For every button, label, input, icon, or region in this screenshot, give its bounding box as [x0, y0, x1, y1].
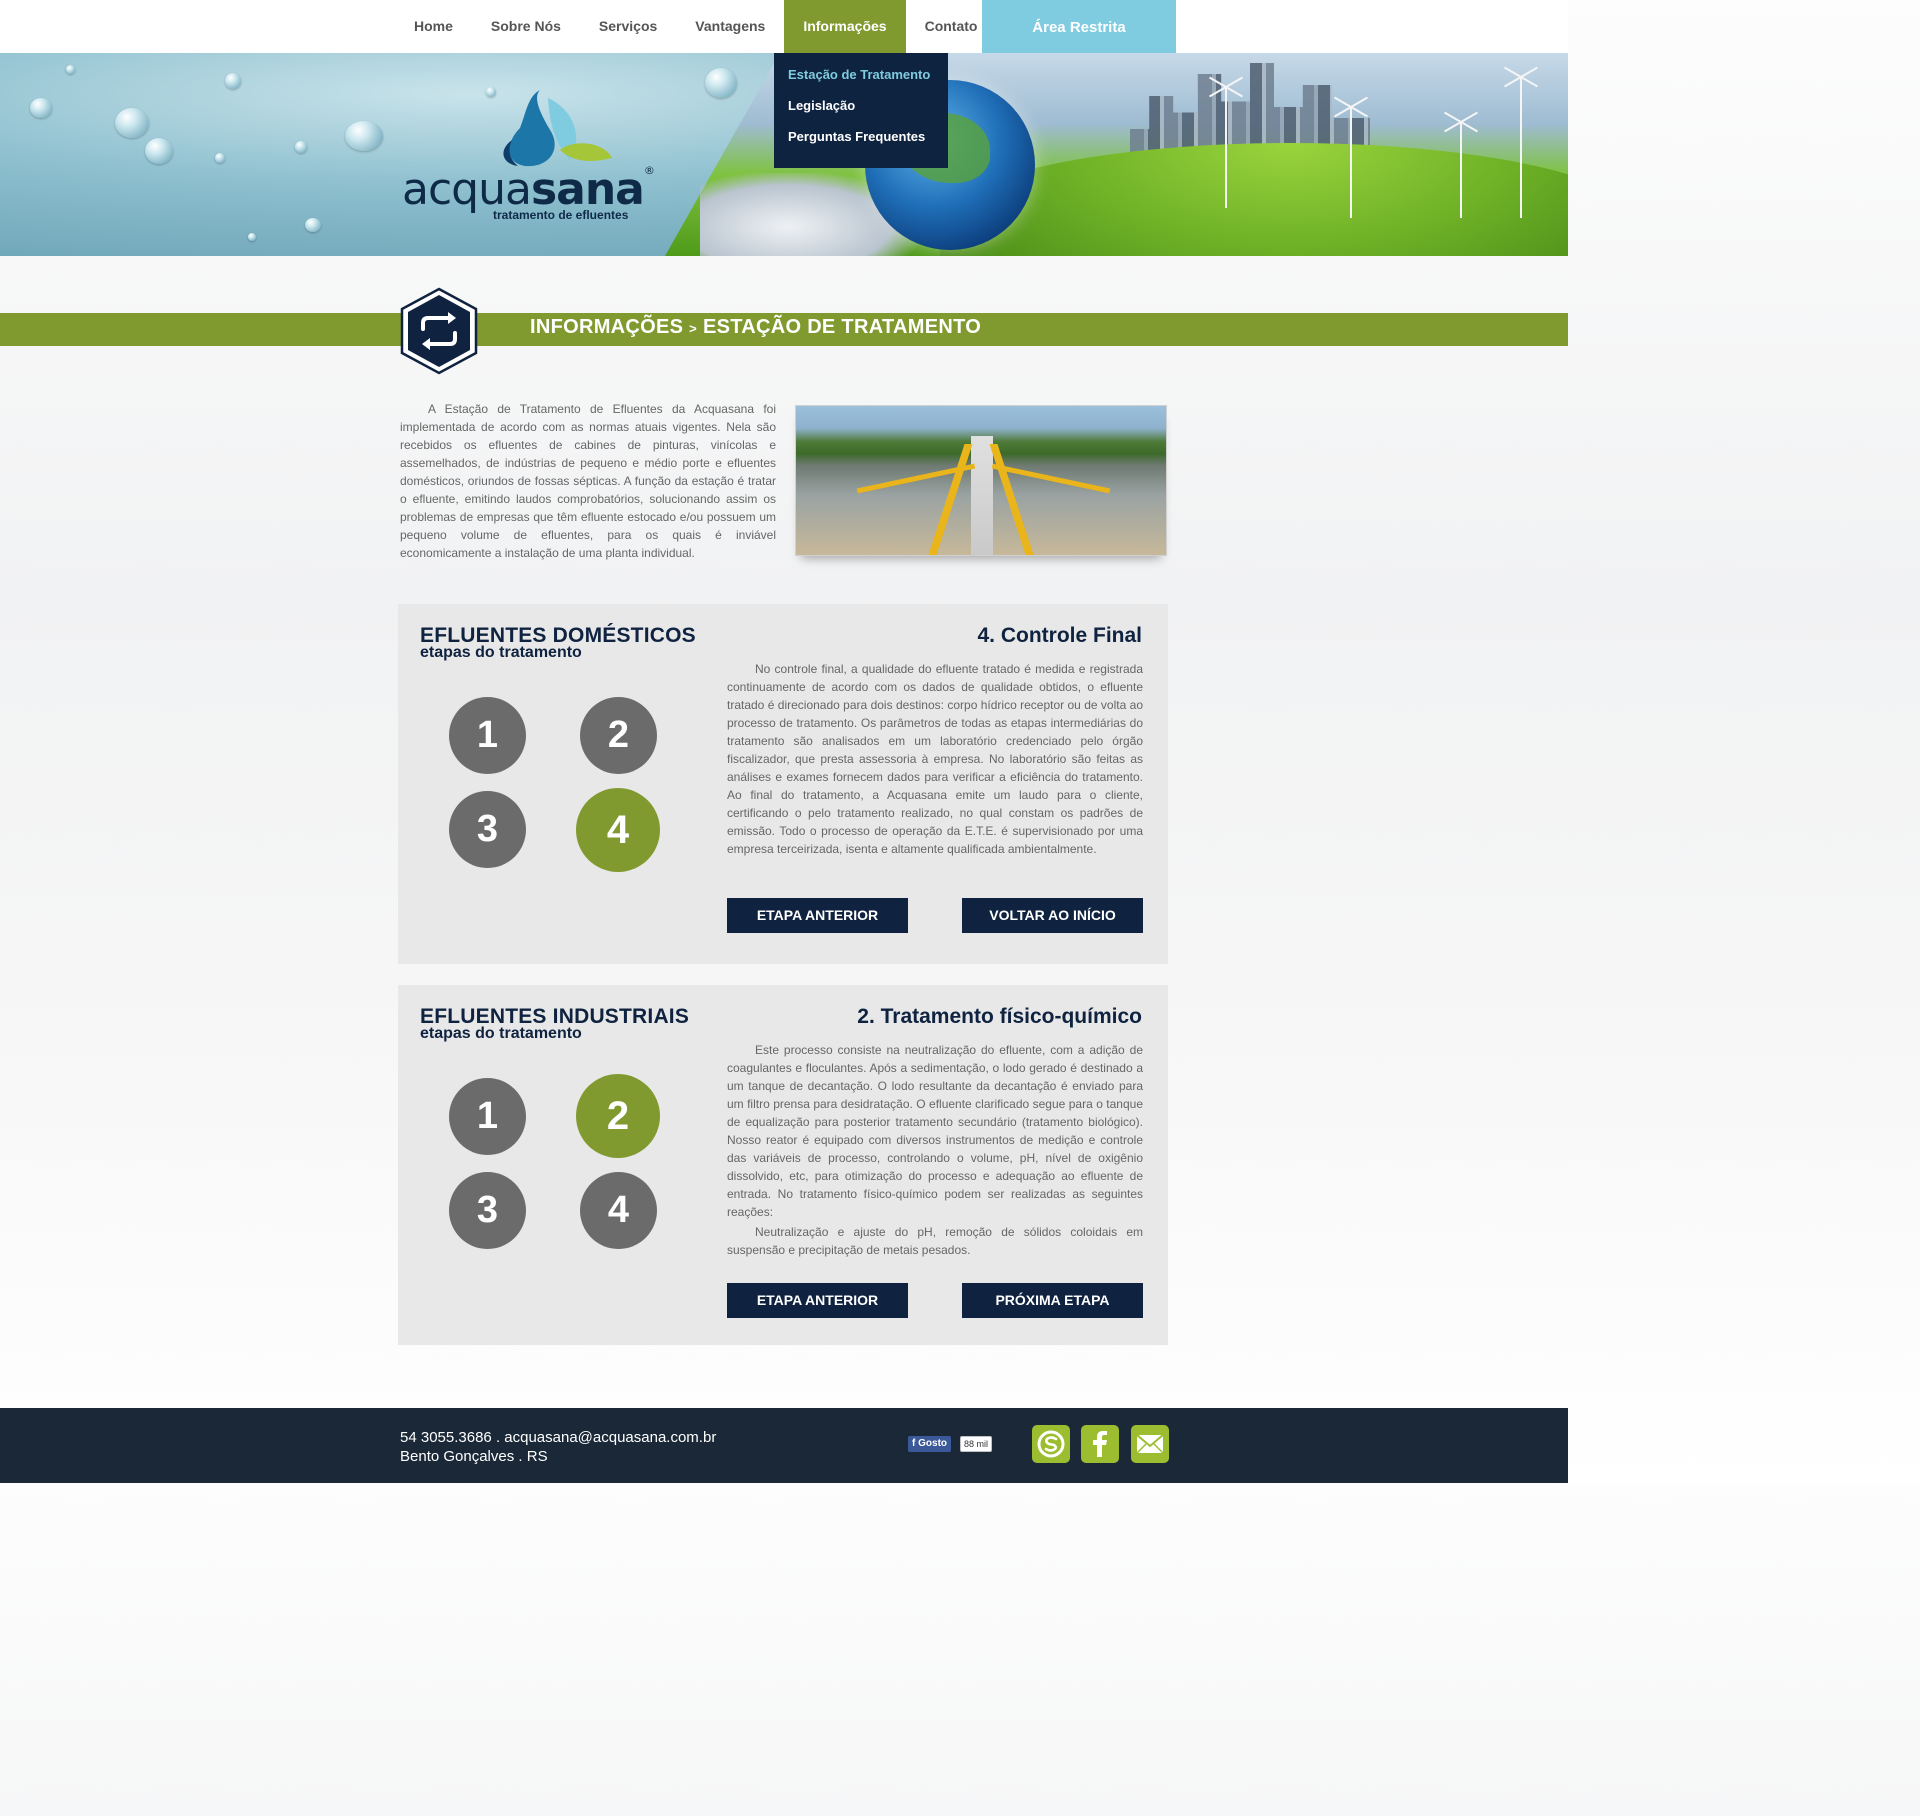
footer-city: Bento Gonçalves	[400, 1448, 515, 1465]
water-drop	[345, 121, 383, 151]
photo-railing	[989, 444, 1035, 555]
photo-walkway	[971, 436, 993, 555]
restricted-area-button[interactable]: Área Restrita	[982, 0, 1176, 53]
footer-phone[interactable]: 54 3055.3686	[400, 1429, 492, 1446]
nav-sobre-nos[interactable]: Sobre Nós	[472, 0, 580, 53]
water-drop	[215, 153, 225, 163]
wind-turbine	[1520, 78, 1522, 218]
water-drop	[30, 98, 52, 118]
domestic-step-1-button[interactable]: 1	[449, 697, 526, 774]
footer-dot: .	[495, 1429, 501, 1446]
skype-icon	[1037, 1430, 1065, 1458]
breadcrumb-separator: >	[689, 321, 698, 336]
water-drop	[305, 218, 321, 232]
facebook-like-label: Gosto	[918, 1438, 948, 1449]
industrial-step-text: Este processo consiste na neutralização …	[727, 1041, 1143, 1261]
domestic-step-title: 4. Controle Final	[977, 624, 1142, 647]
domestic-panel-subtitle: etapas do tratamento	[420, 644, 582, 661]
footer-location-line: Bento Gonçalves . RS	[400, 1448, 548, 1465]
top-navigation-bar: Home Sobre Nós Serviços Vantagens Inform…	[0, 0, 1568, 53]
industrial-step-2-button[interactable]: 2	[576, 1074, 660, 1158]
brand-tagline: tratamento de efluentes	[493, 208, 629, 222]
nav-home[interactable]: Home	[395, 0, 472, 53]
domestic-effluents-panel: EFLUENTES DOMÉSTICOS etapas do tratament…	[398, 604, 1168, 964]
footer-contact-line: 54 3055.3686 . acquasana@acquasana.com.b…	[400, 1429, 716, 1446]
water-drop	[145, 138, 173, 164]
water-drop	[705, 68, 737, 98]
water-drop	[225, 73, 241, 89]
facebook-button[interactable]	[1081, 1425, 1119, 1463]
domestic-back-to-start-button[interactable]: VOLTAR AO INÍCIO	[962, 898, 1143, 933]
facebook-like-count: 88 mil	[960, 1436, 993, 1452]
nav-informacoes[interactable]: Informações	[784, 0, 906, 53]
repeat-cycle-icon	[400, 287, 478, 375]
footer	[0, 1408, 1568, 1483]
domestic-step-2-button[interactable]: 2	[580, 697, 657, 774]
photo-railing	[927, 444, 973, 555]
water-drop	[66, 65, 75, 74]
industrial-step-title: 2. Tratamento físico-químico	[857, 1005, 1142, 1028]
nav-servicos[interactable]: Serviços	[580, 0, 676, 53]
page-title: INFORMAÇÕES > ESTAÇÃO DE TRATAMENTO	[530, 316, 981, 339]
industrial-panel-subtitle: etapas do tratamento	[420, 1025, 582, 1042]
dropdown-item-perguntas[interactable]: Perguntas Frequentes	[774, 129, 948, 160]
facebook-icon	[1093, 1431, 1107, 1457]
wind-turbine	[1225, 88, 1227, 208]
industrial-effluents-panel: EFLUENTES INDUSTRIAIS etapas do tratamen…	[398, 985, 1168, 1345]
water-drop	[295, 141, 307, 153]
breadcrumb-section[interactable]: INFORMAÇÕES	[530, 316, 683, 338]
water-drop	[248, 233, 256, 241]
mail-icon	[1136, 1434, 1164, 1454]
wind-turbine	[1460, 123, 1462, 218]
industrial-step-paragraph: Este processo consiste na neutralização …	[727, 1043, 1143, 1219]
industrial-next-step-button[interactable]: PRÓXIMA ETAPA	[962, 1283, 1143, 1318]
footer-state: RS	[526, 1448, 548, 1465]
domestic-prev-step-button[interactable]: ETAPA ANTERIOR	[727, 898, 908, 933]
dropdown-item-legislacao[interactable]: Legislação	[774, 98, 948, 129]
domestic-step-text: No controle final, a qualidade do efluen…	[727, 660, 1143, 860]
main-nav: Home Sobre Nós Serviços Vantagens Inform…	[395, 0, 996, 53]
industrial-step-3-button[interactable]: 3	[449, 1172, 526, 1249]
wind-turbine	[1350, 108, 1352, 218]
industrial-step-4-button[interactable]: 4	[580, 1172, 657, 1249]
facebook-like-button[interactable]: f Gosto	[908, 1436, 952, 1452]
industrial-step-paragraph: Neutralização e ajuste do pH, remoção de…	[727, 1225, 1143, 1257]
domestic-step-4-button[interactable]: 4	[576, 788, 660, 872]
breadcrumb-page: ESTAÇÃO DE TRATAMENTO	[702, 316, 982, 338]
domestic-step-3-button[interactable]: 3	[449, 791, 526, 868]
skype-button[interactable]	[1032, 1425, 1070, 1463]
water-drop	[115, 108, 149, 138]
mail-button[interactable]	[1131, 1425, 1169, 1463]
footer-email[interactable]: acquasana@acquasana.com.br	[504, 1429, 716, 1446]
domestic-step-paragraph: No controle final, a qualidade do efluen…	[727, 662, 1143, 856]
industrial-prev-step-button[interactable]: ETAPA ANTERIOR	[727, 1283, 908, 1318]
treatment-plant-photo	[795, 405, 1167, 556]
dropdown-item-estacao[interactable]: Estação de Tratamento	[774, 67, 948, 98]
industrial-step-1-button[interactable]: 1	[449, 1078, 526, 1155]
informacoes-dropdown-menu: Estação de Tratamento Legislação Pergunt…	[774, 53, 948, 168]
nav-vantagens[interactable]: Vantagens	[676, 0, 784, 53]
registered-mark: ®	[643, 164, 655, 177]
intro-paragraph: A Estação de Tratamento de Efluentes da …	[400, 402, 776, 560]
footer-dot: .	[518, 1448, 523, 1465]
facebook-like-icon: f	[912, 1438, 916, 1449]
